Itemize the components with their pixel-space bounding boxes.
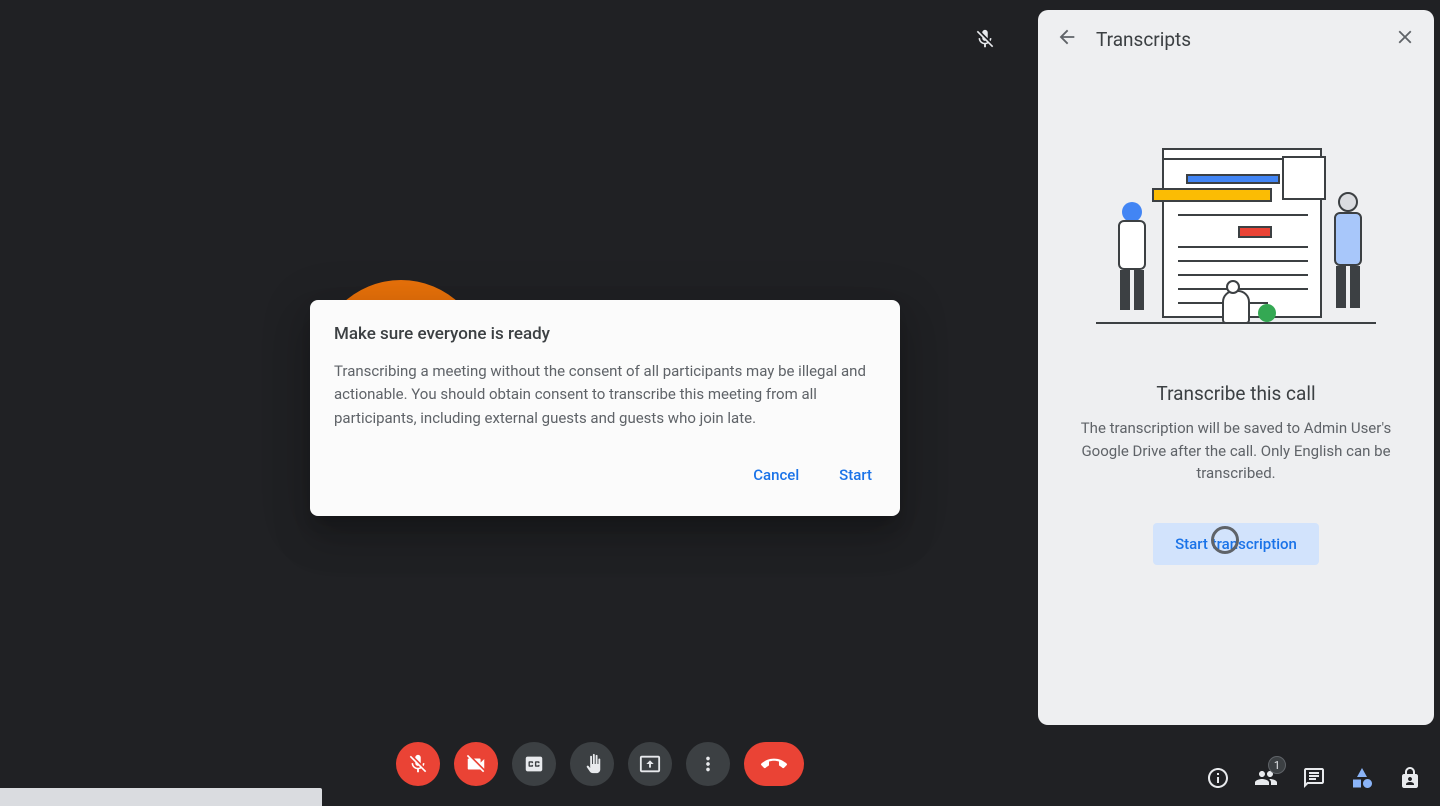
participant-count-badge: 1 bbox=[1268, 756, 1286, 774]
captions-button[interactable] bbox=[512, 742, 556, 786]
microphone-toggle-button[interactable] bbox=[396, 742, 440, 786]
raise-hand-button[interactable] bbox=[570, 742, 614, 786]
hand-icon bbox=[581, 753, 603, 775]
call-end-icon bbox=[761, 751, 787, 777]
dialog-actions: Cancel Start bbox=[334, 458, 876, 492]
start-transcription-button[interactable]: Start transcription bbox=[1153, 523, 1319, 565]
more-options-button[interactable] bbox=[686, 742, 730, 786]
panel-heading: Transcribe this call bbox=[1156, 382, 1315, 405]
panel-header: Transcripts bbox=[1038, 10, 1434, 68]
close-button[interactable] bbox=[1394, 26, 1416, 52]
lock-person-icon bbox=[1398, 766, 1422, 790]
info-icon bbox=[1206, 766, 1230, 790]
activities-button[interactable] bbox=[1350, 766, 1374, 790]
right-controls: 1 bbox=[1206, 766, 1422, 790]
mic-off-icon bbox=[407, 753, 429, 775]
panel-content: Transcribe this call The transcription w… bbox=[1038, 68, 1434, 725]
transcription-illustration bbox=[1106, 148, 1366, 338]
dialog-body-text: Transcribing a meeting without the conse… bbox=[334, 360, 876, 430]
meeting-details-button[interactable] bbox=[1206, 766, 1230, 790]
closed-caption-icon bbox=[523, 753, 545, 775]
shapes-icon bbox=[1350, 766, 1374, 790]
participant-mic-off-icon bbox=[974, 28, 996, 54]
start-button[interactable]: Start bbox=[835, 458, 876, 492]
present-screen-button[interactable] bbox=[628, 742, 672, 786]
close-icon bbox=[1394, 26, 1416, 48]
start-transcription-wrap: Start transcription bbox=[1153, 523, 1319, 565]
dialog-title: Make sure everyone is ready bbox=[334, 324, 876, 344]
camera-toggle-button[interactable] bbox=[454, 742, 498, 786]
chat-button[interactable] bbox=[1302, 766, 1326, 790]
arrow-left-icon bbox=[1056, 26, 1078, 48]
videocam-off-icon bbox=[465, 753, 487, 775]
bottom-toolbar: 1 bbox=[0, 742, 1440, 790]
chat-icon bbox=[1302, 766, 1326, 790]
back-button[interactable] bbox=[1056, 26, 1078, 52]
leave-call-button[interactable] bbox=[744, 742, 804, 786]
people-button[interactable]: 1 bbox=[1254, 766, 1278, 790]
present-to-all-icon bbox=[639, 753, 661, 775]
more-vert-icon bbox=[697, 753, 719, 775]
tooltip-stub bbox=[0, 788, 322, 806]
host-controls-button[interactable] bbox=[1398, 766, 1422, 790]
panel-title: Transcripts bbox=[1096, 28, 1376, 51]
consent-dialog: Make sure everyone is ready Transcribing… bbox=[310, 300, 900, 516]
center-controls bbox=[396, 742, 804, 786]
transcripts-panel: Transcripts bbox=[1038, 10, 1434, 725]
cancel-button[interactable]: Cancel bbox=[749, 458, 803, 492]
panel-description: The transcription will be saved to Admin… bbox=[1066, 417, 1406, 485]
